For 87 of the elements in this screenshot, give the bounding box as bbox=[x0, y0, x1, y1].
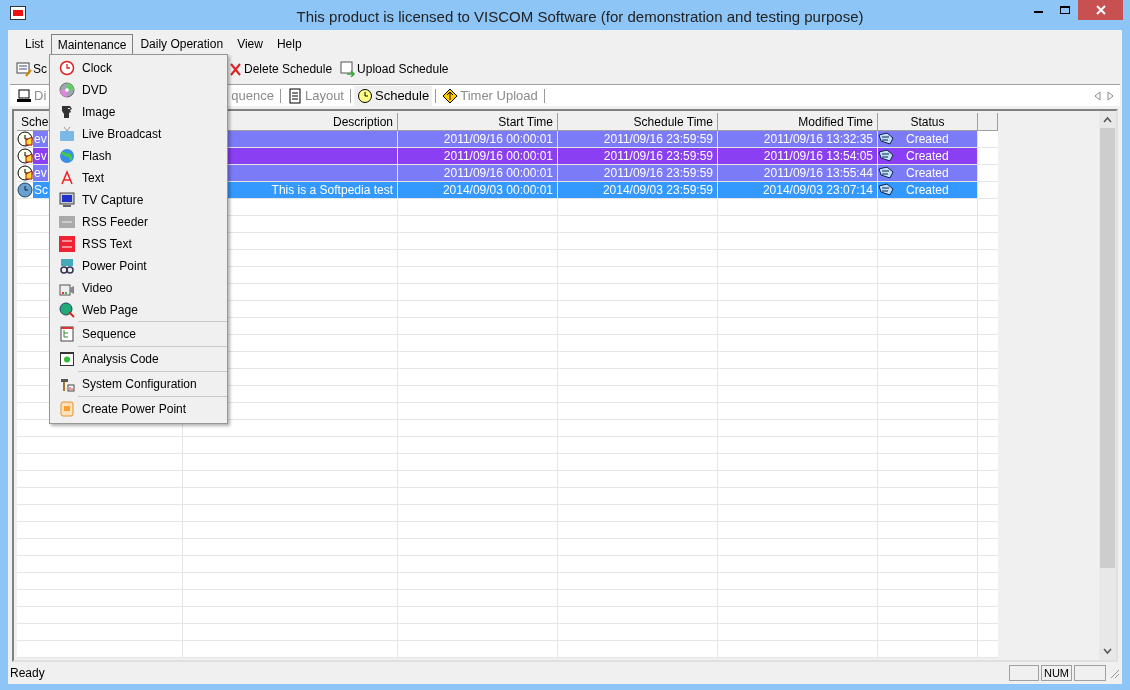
table-cell: ev bbox=[33, 131, 48, 147]
tv-icon bbox=[59, 126, 75, 142]
menu-item[interactable]: Clock bbox=[50, 57, 227, 79]
table-cell: 2011/09/16 00:00:01 bbox=[398, 131, 558, 147]
menu-item[interactable]: Power Point bbox=[50, 255, 227, 277]
column-header[interactable]: Status bbox=[878, 113, 978, 131]
status-text: Ready bbox=[10, 665, 45, 682]
letter-icon bbox=[59, 170, 75, 186]
binoculars-icon bbox=[59, 258, 75, 274]
table-cell: 2011/09/16 23:59:59 bbox=[558, 165, 718, 181]
clock-icon bbox=[59, 60, 75, 76]
column-header[interactable]: Start Time bbox=[398, 113, 558, 131]
status-indicator bbox=[1074, 665, 1106, 681]
menu-item[interactable]: Help bbox=[269, 34, 309, 54]
menu-item[interactable]: Flash bbox=[50, 145, 227, 167]
menu-item[interactable]: RSS Feeder bbox=[50, 211, 227, 233]
slide-icon bbox=[59, 401, 75, 417]
column-header[interactable]: Schedule Time bbox=[558, 113, 718, 131]
hand-icon bbox=[878, 131, 894, 147]
feed-icon bbox=[59, 214, 75, 230]
disc-icon bbox=[59, 82, 75, 98]
menu-item[interactable]: Daily Operation bbox=[133, 34, 231, 54]
menu-item[interactable]: Video bbox=[50, 277, 227, 299]
hand-icon bbox=[878, 148, 894, 164]
delete-icon bbox=[227, 61, 243, 77]
menu-item[interactable]: DVD bbox=[50, 79, 227, 101]
clock-icon bbox=[17, 165, 33, 181]
hand-icon bbox=[878, 182, 894, 198]
table-cell: 2011/09/16 00:00:01 bbox=[398, 148, 558, 164]
table-cell: ev bbox=[33, 165, 48, 181]
grid-icon bbox=[59, 351, 75, 367]
table-cell: 2011/09/16 23:59:59 bbox=[558, 148, 718, 164]
window-title: This product is licensed to VISCOM Software (for demonstration and testing purpose) bbox=[295, 7, 865, 27]
table-cell: 2011/09/16 13:54:05 bbox=[718, 148, 878, 164]
vertical-scrollbar[interactable] bbox=[1099, 111, 1116, 660]
menu-item[interactable]: Sequence bbox=[50, 322, 227, 346]
table-cell: Sc bbox=[33, 182, 49, 198]
menu-item[interactable]: View bbox=[230, 34, 270, 54]
table-cell: 2011/09/16 23:59:59 bbox=[558, 131, 718, 147]
table-cell: 2011/09/16 00:00:01 bbox=[398, 165, 558, 181]
scroll-right-icon[interactable] bbox=[1107, 90, 1114, 101]
tree-icon bbox=[59, 326, 75, 342]
toolbar-button[interactable]: Upload Schedule bbox=[338, 58, 451, 80]
table-cell-text: Created bbox=[906, 131, 949, 148]
table-cell-text: Created bbox=[906, 182, 949, 199]
column-header[interactable]: Modified Time bbox=[718, 113, 878, 131]
document-icon bbox=[286, 87, 303, 104]
table-cell: 2014/09/03 00:00:01 bbox=[398, 182, 558, 198]
close-button[interactable] bbox=[1078, 0, 1123, 20]
table-cell: 2011/09/16 13:32:35 bbox=[718, 131, 878, 147]
computer-icon bbox=[16, 87, 32, 104]
resize-grip-icon[interactable] bbox=[1108, 667, 1120, 679]
status-indicator bbox=[1008, 665, 1039, 681]
menu-item[interactable]: Maintenance bbox=[50, 34, 134, 54]
menu-item[interactable]: Analysis Code bbox=[50, 347, 227, 371]
menu-item[interactable]: List bbox=[18, 34, 51, 54]
tab[interactable]: Schedule bbox=[354, 85, 433, 106]
table-cell: ev bbox=[33, 148, 48, 164]
head-icon bbox=[59, 104, 75, 120]
globe-icon bbox=[59, 148, 75, 164]
menu-item[interactable]: RSS Text bbox=[50, 233, 227, 255]
hand-icon bbox=[878, 165, 894, 181]
clock-icon bbox=[17, 182, 33, 198]
clock-icon bbox=[17, 131, 33, 147]
hammer-icon bbox=[59, 376, 75, 392]
toolbar-button[interactable]: Delete Schedule bbox=[225, 58, 335, 80]
feed-icon bbox=[59, 236, 75, 252]
table-cell-text: Created bbox=[906, 148, 949, 165]
menu-item[interactable]: Create Power Point bbox=[50, 397, 227, 421]
status-indicator: NUM bbox=[1040, 665, 1072, 681]
menu-item[interactable]: System Configuration bbox=[50, 372, 227, 396]
clock-icon bbox=[357, 87, 373, 104]
globe-icon bbox=[59, 302, 75, 318]
upload-icon bbox=[340, 61, 357, 77]
menu-item[interactable]: Web Page bbox=[50, 299, 227, 321]
table-cell: 2014/09/03 23:07:14 bbox=[718, 182, 878, 198]
edit-list-icon bbox=[16, 61, 32, 77]
monitor-icon bbox=[59, 192, 75, 208]
clock-icon bbox=[17, 148, 33, 164]
table-cell: 2011/09/16 13:55:44 bbox=[718, 165, 878, 181]
road-sign-icon bbox=[442, 87, 459, 104]
toolbar-button[interactable]: Sc bbox=[14, 58, 49, 80]
app-logo-icon bbox=[10, 6, 26, 20]
table-cell-text: Created bbox=[906, 165, 949, 182]
close-icon bbox=[1095, 5, 1106, 15]
scroll-left-icon[interactable] bbox=[1094, 90, 1101, 101]
table-cell: 2014/09/03 23:59:59 bbox=[558, 182, 718, 198]
